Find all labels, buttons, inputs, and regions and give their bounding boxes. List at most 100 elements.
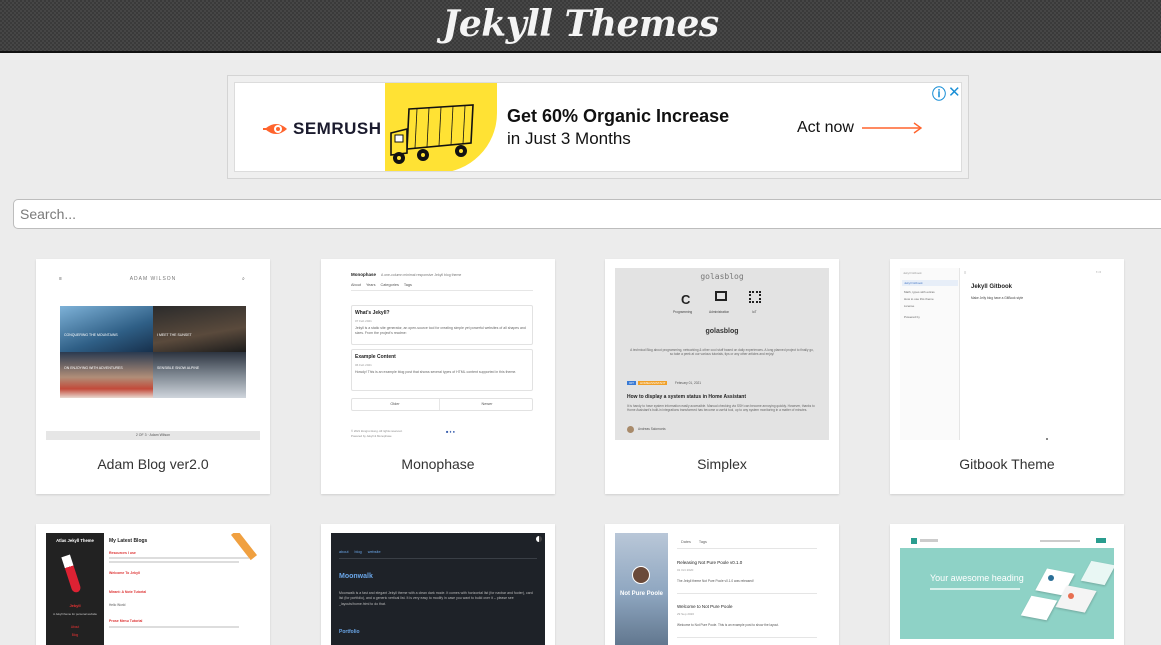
preview-tile-title: SENSIBLE SNOW ALPINE [157, 366, 200, 370]
preview-sidebar-title: Jekyll Gitbook [903, 271, 922, 275]
preview-post-date: 06 Feb 2021 [355, 363, 372, 367]
site-header: Jekyll Themes [0, 0, 1161, 53]
ad-brand-name: SEMRUSH [293, 119, 382, 138]
preview-nav: Dates Tags [681, 540, 707, 544]
preview-logo: golasblog [700, 272, 744, 281]
preview-toolbar-icons: f t ≡ [1096, 270, 1102, 274]
preview-footer: 2 OF 3 · Adam Wilson [46, 431, 260, 440]
preview-older-link: Older [390, 402, 400, 406]
preview-hero-title: Not Pure Poole [619, 591, 663, 597]
preview-nav: about blog website [339, 550, 381, 554]
theme-preview-atlas[interactable]: Atlas Jekyll Theme Jekyll A Jekyll theme… [46, 533, 260, 645]
preview-post-title: What's Jekyll? [355, 310, 390, 316]
preview-category: IoT [752, 310, 757, 314]
preview-post-text: Welcome to Not Pure Poole. This is an ex… [677, 623, 779, 627]
preview-post-text: Howdy! This is an example blog post that… [355, 370, 517, 374]
preview-post-link: Resources I use [109, 551, 136, 555]
preview-description: A technical Blog about programming, netw… [630, 348, 814, 357]
preview-post-link: Prose Menu Tutorial [109, 619, 143, 623]
preview-menu-icon: ≡ [964, 270, 967, 275]
preview-brand: Monophase [351, 272, 377, 277]
theme-card-monophase[interactable]: Monophase A one-column minimal responsiv… [321, 259, 555, 494]
preview-category: Administration [709, 310, 730, 314]
theme-card-adam-blog[interactable]: ≡ ADAM WILSON ⌕ CONQUERING THE MOUNTAINS… [36, 259, 270, 494]
theme-card-atlas[interactable]: Atlas Jekyll Theme Jekyll A Jekyll theme… [36, 524, 270, 645]
theme-preview-moonwalk[interactable]: about blog website Moonwalk Moonwalk is a … [331, 533, 545, 645]
preview-post-title: Releasing Not Pure Poole v0.1.0 [677, 560, 743, 565]
theme-name[interactable]: Monophase [321, 456, 555, 472]
preview-headline: Your awesome heading [930, 573, 1024, 583]
preview-post-title: Example Content [355, 354, 396, 360]
preview-tile-title: ON ENJOYING WITH ADVENTURES [64, 366, 123, 370]
preview-date: February 01, 2021 [675, 381, 702, 385]
theme-card-simplex[interactable]: golasblog C Programming Administration I… [605, 259, 839, 494]
monitor-icon [715, 291, 727, 301]
preview-post-date: 29 Sep 2020 [677, 612, 695, 616]
preview-category: Programming [673, 310, 693, 314]
preview-tile-title: I MEET THE SUNSET [157, 333, 192, 337]
preview-tag: IOT [627, 381, 636, 385]
preview-post-date: 07 Feb 2021 [355, 319, 372, 323]
preview-post-date: 01 Oct 2020 [677, 568, 694, 572]
preview-title: Moonwalk [339, 573, 373, 580]
ad-banner[interactable]: SEMRUSH Get 60% Organic Increase in Just… [234, 82, 962, 172]
theme-preview-monophase[interactable]: Monophase A one-column minimal responsiv… [331, 268, 545, 440]
ad-cta-link[interactable]: Act now [797, 119, 854, 137]
ad-headline: Get 60% Organic Increase [507, 106, 730, 126]
preview-site-name: ADAM WILSON [129, 276, 177, 282]
preview-sidebar-item: Powered by [904, 315, 920, 319]
preview-post-text: It is handy to have system information e… [627, 404, 815, 413]
ad-close-icon[interactable]: ✕ [948, 83, 961, 101]
ad-info-icon[interactable]: ⓘ [932, 84, 946, 104]
chip-icon [749, 291, 761, 303]
preview-sidebar-item: Math, types with extras [904, 290, 935, 294]
search-input[interactable] [13, 199, 1161, 229]
preview-heading: My Latest Blogs [109, 538, 148, 544]
dark-mode-toggle-icon [536, 536, 542, 542]
preview-heading: golasblog [705, 328, 739, 335]
ad-brand[interactable]: SEMRUSH [263, 119, 382, 139]
preview-copyright: © 2021 Zongrui Hong. All rights reserved… [351, 429, 403, 433]
preview-post-title: Welcome to Not Pure Poole [677, 604, 733, 609]
preview-text: Make Jelly blog have a GitBook style [971, 296, 1024, 300]
theme-name[interactable]: Gitbook Theme [890, 456, 1124, 472]
preview-text: Moonwalk is a fast and elegant Jekyll th… [339, 591, 533, 606]
theme-name[interactable]: Adam Blog ver2.0 [36, 456, 270, 472]
theme-card-not-pure-poole[interactable]: Not Pure Poole Dates Tags Releasing Not P… [605, 524, 839, 645]
theme-preview-adam-blog[interactable]: ≡ ADAM WILSON ⌕ CONQUERING THE MOUNTAINS… [46, 268, 260, 440]
preview-post-text: The Jekyll theme Not Pure Poole v0.1.0 w… [677, 579, 754, 583]
preview-nav: About Years Categories Tags [351, 283, 412, 287]
theme-name[interactable]: Simplex [605, 456, 839, 472]
preview-section-title: Portfolio [339, 629, 360, 635]
theme-preview-not-pure-poole[interactable]: Not Pure Poole Dates Tags Releasing Not P… [615, 533, 829, 645]
search-icon: ⌕ [242, 276, 245, 282]
preview-tagline: A one-column minimal responsive Jekyll b… [381, 272, 462, 277]
preview-post-link: Hello World [109, 603, 126, 607]
truck-icon [390, 104, 474, 164]
preview-logo [911, 538, 917, 544]
preview-post-text: Jekyll is a static site generator, an op… [355, 326, 526, 335]
preview-site-title: Atlas Jekyll Theme [56, 538, 94, 543]
avatar [632, 566, 650, 584]
theme-card-moonwalk[interactable]: about blog website Moonwalk Moonwalk is a … [321, 524, 555, 645]
semrush-logo-icon [263, 124, 287, 134]
theme-preview-gitbook[interactable]: Jekyll Gitbook Jekyll Gitbook Math, type… [900, 268, 1114, 440]
theme-card-landing[interactable]: Your awesome heading [890, 524, 1124, 645]
ad-subline: in Just 3 Months [507, 129, 631, 148]
preview-sidebar-item: How to use this theme [904, 297, 934, 301]
site-title[interactable]: Jekyll Themes [0, 3, 1161, 45]
arrow-right-icon [862, 122, 923, 134]
preview-brand: Jekyll [69, 603, 81, 608]
preview-post-link: Mirant: A Note Tutorial [109, 590, 147, 594]
preview-sidebar-item: Jekyll Gitbook [902, 280, 958, 286]
preview-author: Andreas Salomonis [638, 427, 666, 431]
preview-tile-title: CONQUERING THE MOUNTAINS [64, 333, 118, 337]
theme-preview-landing[interactable]: Your awesome heading [900, 533, 1114, 645]
avatar [627, 426, 634, 433]
pencil-icon [230, 533, 258, 561]
theme-preview-simplex[interactable]: golasblog C Programming Administration I… [615, 268, 829, 440]
theme-card-gitbook[interactable]: Jekyll Gitbook Jekyll Gitbook Math, type… [890, 259, 1124, 494]
preview-menu-item: Blog [71, 633, 79, 637]
preview-post-title: How to display a system status in Home A… [627, 394, 747, 400]
preview-sidebar-item: License [904, 304, 915, 308]
